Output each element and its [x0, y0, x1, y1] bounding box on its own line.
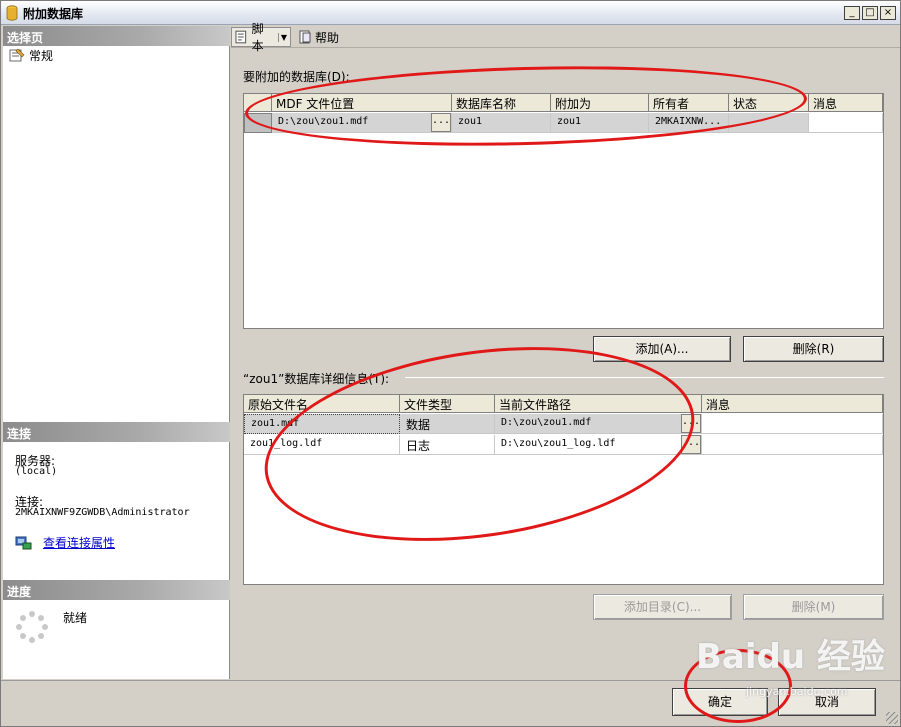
table-row[interactable]: zou1_log.ldf 日志 D:\zou\zou1_log.ldf ...	[244, 435, 883, 455]
cell-dbname[interactable]: zou1	[452, 113, 551, 133]
script-button[interactable]: 脚本 ▼	[231, 22, 291, 53]
column-header-current-path[interactable]: 当前文件路径	[495, 395, 702, 413]
column-header-owner[interactable]: 所有者	[649, 94, 729, 112]
column-header-dbname[interactable]: 数据库名称	[452, 94, 551, 112]
details-grid-header: 原始文件名 文件类型 当前文件路径 消息	[244, 395, 883, 413]
details-grid[interactable]: 原始文件名 文件类型 当前文件路径 消息 zou1.mdf 数据 D:\zou\…	[243, 394, 884, 585]
browse-mdf-button[interactable]: ...	[431, 113, 451, 132]
cell-mdf-value: D:\zou\zou1.mdf	[278, 116, 369, 127]
page-item-general[interactable]: 常规	[9, 46, 53, 64]
cell-file-type: 数据	[400, 414, 495, 434]
column-header-status[interactable]: 状态	[729, 94, 809, 112]
databases-grid-header: MDF 文件位置 数据库名称 附加为 所有者 状态 消息	[244, 94, 883, 112]
properties-page-icon	[9, 48, 25, 62]
column-header-original-filename[interactable]: 原始文件名	[244, 395, 400, 413]
maximize-button[interactable]: □	[862, 6, 878, 20]
databases-grid[interactable]: MDF 文件位置 数据库名称 附加为 所有者 状态 消息 D:\zou\zou1…	[243, 93, 884, 329]
connection-properties-icon	[15, 536, 32, 550]
progress-spinner-icon	[16, 611, 48, 643]
cell-current-path[interactable]: D:\zou\zou1_log.ldf ...	[495, 435, 702, 455]
help-button[interactable]: 帮助	[294, 27, 343, 47]
details-group-label: “zou1”数据库详细信息(T):	[243, 372, 390, 386]
progress-header: 进度	[3, 580, 230, 600]
table-row[interactable]: D:\zou\zou1.mdf ... zou1 zou1 2MKAIXNW..…	[244, 113, 883, 133]
browse-path-button[interactable]: ...	[681, 414, 701, 433]
add-catalog-button[interactable]: 添加目录(C)...	[593, 594, 732, 620]
page-item-label: 常规	[29, 48, 54, 63]
cell-file-type: 日志	[400, 435, 495, 455]
details-group-divider	[405, 377, 884, 378]
column-header-select	[244, 94, 272, 112]
browse-path-button[interactable]: ...	[681, 435, 701, 454]
baidu-watermark-url: jingyan.baidu.com	[746, 685, 848, 698]
attach-database-dialog: 附加数据库 _ □ × 选择页 常规 连接 服务器: (local) 连接: 2…	[0, 0, 901, 727]
help-icon	[299, 30, 311, 44]
column-header-details-message[interactable]: 消息	[702, 395, 883, 413]
cell-details-message	[702, 414, 883, 434]
cell-current-path[interactable]: D:\zou\zou1.mdf ...	[495, 414, 702, 434]
row-selector[interactable]	[244, 113, 272, 133]
table-row[interactable]: zou1.mdf 数据 D:\zou\zou1.mdf ...	[244, 414, 883, 434]
server-value: (local)	[15, 466, 58, 477]
cell-filename[interactable]: zou1.mdf	[244, 414, 400, 434]
database-icon	[6, 5, 18, 21]
left-pane: 选择页 常规 连接 服务器: (local) 连接: 2MKAIXNWF9ZGW…	[3, 26, 230, 679]
add-database-button[interactable]: 添加(A)...	[593, 336, 731, 362]
connection-header: 连接	[3, 422, 230, 442]
cell-current-path-value: D:\zou\zou1_log.ldf	[501, 438, 616, 449]
help-label: 帮助	[315, 30, 340, 45]
column-header-mdf[interactable]: MDF 文件位置	[272, 94, 452, 112]
select-page-header: 选择页	[3, 26, 230, 46]
remove-file-button[interactable]: 删除(M)	[743, 594, 884, 620]
baidu-watermark-logo: Baidu 经验	[696, 637, 885, 677]
window-title: 附加数据库	[23, 7, 84, 21]
script-icon	[235, 30, 247, 44]
cell-mdf[interactable]: D:\zou\zou1.mdf ...	[272, 113, 452, 133]
minimize-button[interactable]: _	[844, 6, 860, 20]
chevron-down-icon[interactable]: ▼	[277, 32, 287, 42]
databases-group-label: 要附加的数据库(D):	[243, 70, 350, 84]
cell-attach-as[interactable]: zou1	[551, 113, 649, 133]
cell-details-message	[702, 435, 883, 455]
column-header-file-type[interactable]: 文件类型	[400, 395, 495, 413]
script-label: 脚本	[251, 22, 264, 53]
close-button[interactable]: ×	[880, 6, 896, 20]
title-bar[interactable]: 附加数据库 _ □ ×	[1, 1, 900, 25]
progress-status: 就绪	[63, 611, 88, 625]
cell-message	[809, 113, 883, 133]
connection-value: 2MKAIXNWF9ZGWDB\Administrator	[15, 507, 190, 518]
column-header-attach-as[interactable]: 附加为	[551, 94, 649, 112]
toolbar: 脚本 ▼ 帮助	[231, 22, 900, 53]
cell-filename[interactable]: zou1_log.ldf	[244, 435, 400, 455]
view-connection-properties-link[interactable]: 查看连接属性	[43, 534, 115, 551]
cell-current-path-value: D:\zou\zou1.mdf	[501, 417, 592, 428]
cell-status	[729, 113, 809, 133]
resize-grip-icon[interactable]	[886, 712, 898, 724]
remove-database-button[interactable]: 删除(R)	[743, 336, 884, 362]
column-header-message[interactable]: 消息	[809, 94, 883, 112]
cell-owner[interactable]: 2MKAIXNW...	[649, 113, 729, 133]
